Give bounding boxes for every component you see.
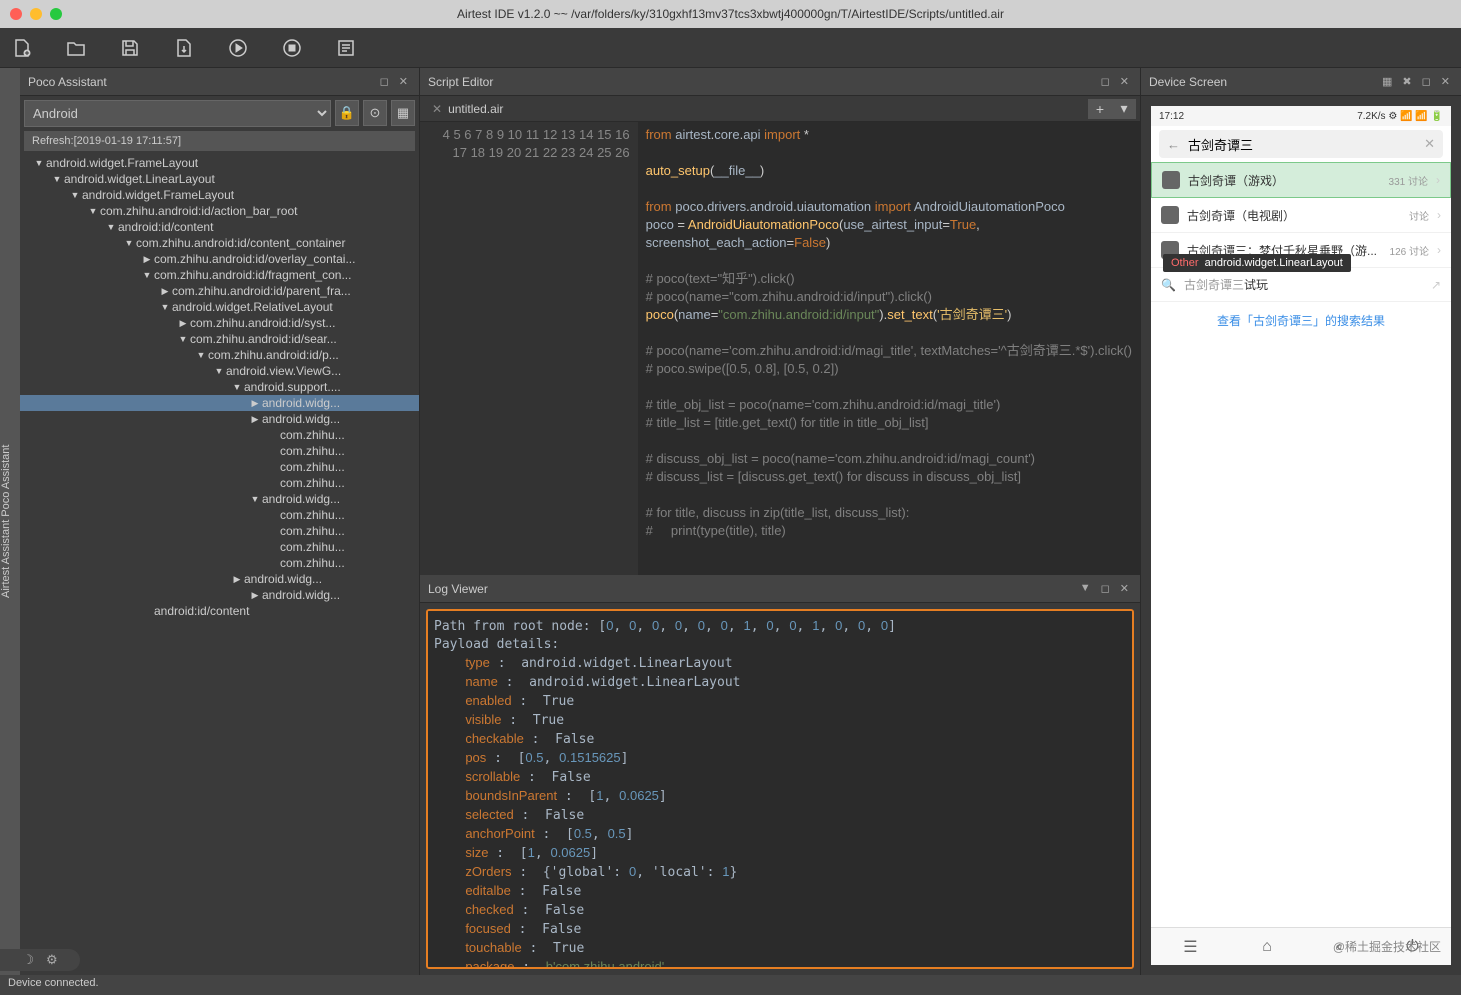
log-output[interactable]: Path from root node: [0, 0, 0, 0, 0, 0, … <box>426 609 1134 969</box>
stop-button[interactable] <box>280 36 304 60</box>
theme-icon[interactable]: ☽ <box>22 952 34 968</box>
device-detach-icon[interactable]: ◻ <box>1419 75 1434 88</box>
tree-node[interactable]: ▼com.zhihu.android:id/content_container <box>20 235 419 251</box>
tree-node[interactable]: ▼com.zhihu.android:id/fragment_con... <box>20 267 419 283</box>
search-link[interactable]: 查看「古剑奇谭三」的搜索结果 <box>1151 302 1451 339</box>
tree-node[interactable]: ▶android.widg... <box>20 411 419 427</box>
tree-node[interactable]: ▶com.zhihu.android:id/parent_fra... <box>20 283 419 299</box>
bottom-toolbar: ☽ ⚙ <box>0 949 80 971</box>
tree-node[interactable]: com.zhihu... <box>20 555 419 571</box>
filter-icon[interactable]: ▼ <box>1077 582 1094 595</box>
poco-panel: Poco Assistant ◻ ✕ Android 🔒 ⊙ ▦ Refresh… <box>20 68 420 975</box>
inspect-tag: Other android.widget.LinearLayout <box>1163 254 1351 272</box>
window-title: Airtest IDE v1.2.0 ~~ /var/folders/ky/31… <box>0 7 1461 21</box>
tree-node[interactable]: ▼android.widget.LinearLayout <box>20 171 419 187</box>
code-editor[interactable]: 4 5 6 7 8 9 10 11 12 13 14 15 16 17 18 1… <box>420 122 1140 575</box>
close-panel-icon[interactable]: ✕ <box>396 75 411 88</box>
tree-node[interactable]: ▼com.zhihu.android:id/action_bar_root <box>20 203 419 219</box>
editor-detach-icon[interactable]: ◻ <box>1098 75 1113 88</box>
tree-node[interactable]: ▶android.widg... <box>20 571 419 587</box>
window-controls <box>10 8 62 20</box>
log-close-icon[interactable]: ✕ <box>1117 582 1132 595</box>
export-button[interactable] <box>172 36 196 60</box>
platform-select[interactable]: Android <box>24 100 331 127</box>
tree-node[interactable]: android:id/content <box>20 603 419 619</box>
tree-node[interactable]: com.zhihu... <box>20 475 419 491</box>
open-folder-button[interactable] <box>64 36 88 60</box>
tree-node[interactable]: ▼android.support.... <box>20 379 419 395</box>
tree-node[interactable]: ▼android.widget.RelativeLayout <box>20 299 419 315</box>
tree-node[interactable]: ▶com.zhihu.android:id/syst... <box>20 315 419 331</box>
titlebar: Airtest IDE v1.2.0 ~~ /var/folders/ky/31… <box>0 0 1461 28</box>
device-panel: Device Screen ▦ ✖ ◻ ✕ 17:127.2K/s ⚙ 📶 📶 🔋 ←… <box>1141 68 1461 975</box>
tab-menu-button[interactable]: ▾ <box>1112 99 1136 119</box>
log-detach-icon[interactable]: ◻ <box>1098 582 1113 595</box>
tree-node[interactable]: ▼android.widg... <box>20 491 419 507</box>
editor-close-icon[interactable]: ✕ <box>1117 75 1132 88</box>
tree-node[interactable]: ▼com.zhihu.android:id/p... <box>20 347 419 363</box>
home-icon[interactable]: ⌂ <box>1262 938 1272 956</box>
status-bar: Device connected. <box>0 975 1461 995</box>
watermark: @稀土掘金技术社区 <box>1333 938 1441 955</box>
add-tab-button[interactable]: + <box>1088 99 1112 119</box>
list-item[interactable]: 古剑奇谭（电视剧）讨论› <box>1151 198 1451 233</box>
ui-tree[interactable]: ▼android.widget.FrameLayout▼android.widg… <box>20 151 419 975</box>
file-tab[interactable]: ✕untitled.air <box>424 102 511 116</box>
report-button[interactable] <box>334 36 358 60</box>
poco-title: Poco Assistant <box>28 75 107 89</box>
tree-node[interactable]: ▶android.widg... <box>20 395 419 411</box>
run-button[interactable] <box>226 36 250 60</box>
tree-node[interactable]: com.zhihu... <box>20 427 419 443</box>
tree-node[interactable]: ▼android:id/content <box>20 219 419 235</box>
settings-icon[interactable]: ⚙ <box>46 952 58 968</box>
minimize-icon[interactable] <box>30 8 42 20</box>
device-title: Device Screen <box>1149 75 1227 89</box>
editor-title: Script Editor <box>428 75 493 89</box>
log-title: Log Viewer <box>428 582 488 596</box>
tree-node[interactable]: ▼android.view.ViewG... <box>20 363 419 379</box>
inspect-button[interactable]: ▦ <box>391 100 415 126</box>
tree-node[interactable]: com.zhihu... <box>20 459 419 475</box>
tree-node[interactable]: ▶com.zhihu.android:id/overlay_contai... <box>20 251 419 267</box>
tree-node[interactable]: com.zhihu... <box>20 539 419 555</box>
tree-node[interactable]: ▶android.widg... <box>20 587 419 603</box>
refresh-timestamp[interactable]: Refresh:[2019-01-19 17:11:57] <box>24 131 415 151</box>
grid-icon[interactable]: ▦ <box>1379 75 1395 88</box>
tree-node[interactable]: ▼android.widget.FrameLayout <box>20 187 419 203</box>
tree-node[interactable]: ▼com.zhihu.android:id/sear... <box>20 331 419 347</box>
tree-node[interactable]: com.zhihu... <box>20 523 419 539</box>
new-file-button[interactable] <box>10 36 34 60</box>
back-icon[interactable]: ← <box>1167 137 1180 152</box>
search-suggestion[interactable]: 🔍古剑奇谭三古剑奇谭三试玩试玩↗ <box>1151 268 1451 302</box>
tree-node[interactable]: ▼android.widget.FrameLayout <box>20 155 419 171</box>
record-button[interactable]: ⊙ <box>363 100 387 126</box>
device-screen[interactable]: 17:127.2K/s ⚙ 📶 📶 🔋 ← ✕ 古剑奇谭（游戏）331 讨论›古… <box>1151 106 1451 965</box>
maximize-icon[interactable] <box>50 8 62 20</box>
close-tab-icon[interactable]: ✕ <box>432 102 442 116</box>
tree-node[interactable]: com.zhihu... <box>20 507 419 523</box>
lock-button[interactable]: 🔒 <box>335 100 359 126</box>
close-icon[interactable] <box>10 8 22 20</box>
menu-icon[interactable]: ☰ <box>1183 937 1197 957</box>
tree-node[interactable]: com.zhihu... <box>20 443 419 459</box>
search-input[interactable] <box>1188 137 1416 152</box>
clear-icon[interactable]: ✕ <box>1424 136 1435 152</box>
main-toolbar <box>0 28 1461 68</box>
device-close-icon[interactable]: ✕ <box>1438 75 1453 88</box>
tools-icon[interactable]: ✖ <box>1399 75 1414 88</box>
detach-icon[interactable]: ◻ <box>377 75 392 88</box>
list-item[interactable]: 古剑奇谭（游戏）331 讨论› <box>1151 162 1451 198</box>
side-tab[interactable]: Airtest Assistant Poco Assistant <box>0 68 20 975</box>
search-bar[interactable]: ← ✕ <box>1159 130 1443 158</box>
save-button[interactable] <box>118 36 142 60</box>
